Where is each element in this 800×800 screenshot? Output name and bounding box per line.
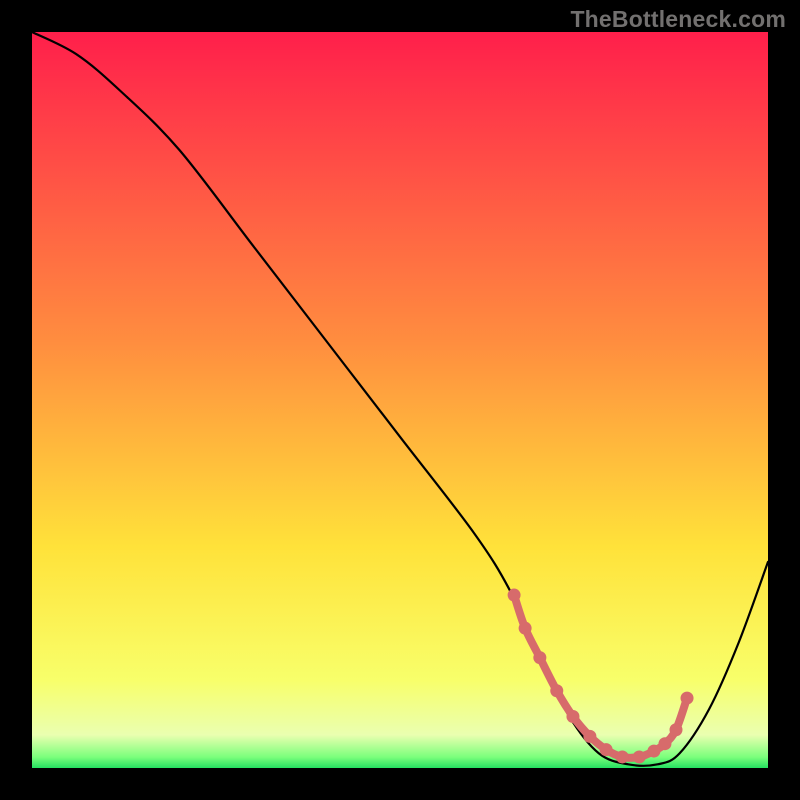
chart-frame: TheBottleneck.com [0, 0, 800, 800]
optimal-range-marker [658, 737, 671, 750]
gradient-background [32, 32, 768, 768]
optimal-range-marker [508, 589, 521, 602]
optimal-range-marker [600, 743, 613, 756]
optimal-range-marker [566, 710, 579, 723]
optimal-range-marker [681, 692, 694, 705]
optimal-range-marker [670, 723, 683, 736]
optimal-range-marker [647, 745, 660, 758]
optimal-range-marker [633, 750, 646, 763]
optimal-range-marker [533, 651, 546, 664]
optimal-range-marker [519, 622, 532, 635]
optimal-range-marker [616, 750, 629, 763]
watermark-text: TheBottleneck.com [570, 6, 786, 33]
bottleneck-chart [32, 32, 768, 768]
optimal-range-marker [583, 730, 596, 743]
optimal-range-marker [550, 684, 563, 697]
